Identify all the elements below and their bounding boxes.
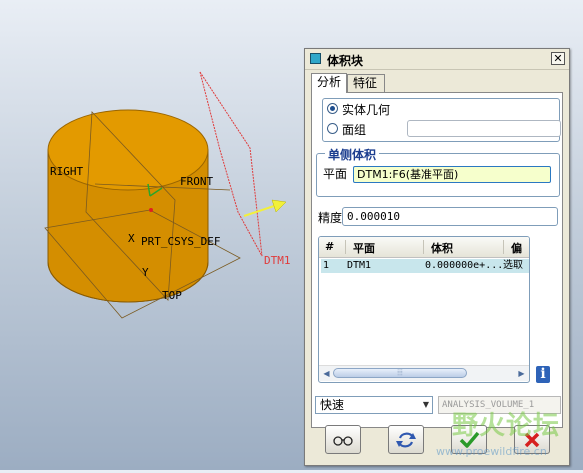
cell-offset: 选取 [503,260,523,271]
header-offset[interactable]: 偏 [511,240,522,256]
radio-solid-label: 实体几何 [342,103,391,117]
header-plane[interactable]: 平面 [353,240,375,256]
one-side-volume-group: 单侧体积 平面 DTM1:F6(基准平面) [316,146,560,197]
column-divider[interactable] [345,240,346,254]
volume-dialog: 体积块 ✕ 分析 特征 实体几何 面组 单侧体积 平面 DTM1:F6(基准平面… [304,48,570,466]
checkmark-icon [459,431,480,448]
radio-surface-label: 面组 [342,123,367,137]
dialog-titlebar[interactable]: 体积块 ✕ [305,49,569,70]
datum-label-dtm1: DTM1 [264,254,291,267]
glasses-icon [333,436,353,446]
header-volume[interactable]: 体积 [431,240,453,256]
geometry-group: 实体几何 面组 [322,98,561,142]
datum-label-right: RIGHT [50,165,84,178]
scroll-thumb[interactable]: ⦙⦙⦙ [333,368,467,378]
regenerate-button[interactable] [388,425,424,454]
table-header: # 平面 体积 偏 [319,237,529,258]
plane-collector[interactable]: DTM1:F6(基准平面) [353,166,551,183]
close-button[interactable]: ✕ [551,52,565,65]
mode-dropdown-value: 快速 [320,398,345,412]
cancel-button[interactable] [514,425,550,454]
dialog-title: 体积块 [327,54,364,68]
csys-origin [149,208,153,212]
datum-label-front: FRONT [180,175,214,188]
cell-plane: DTM1 [347,260,372,271]
direction-arrow-shaft [243,205,275,217]
dialog-app-icon [310,53,321,64]
scroll-right-icon[interactable]: ▶ [516,368,527,379]
horizontal-scrollbar[interactable]: ◀ ⦙⦙⦙ ▶ [319,365,529,381]
precision-input[interactable]: 0.000010 [342,207,558,226]
cell-index: 1 [323,260,330,271]
close-icon [524,432,540,448]
header-index[interactable]: # [325,240,334,253]
info-icon[interactable]: i [536,366,550,383]
mode-dropdown[interactable]: 快速 ▼ [315,396,433,414]
csys-label: PRT_CSYS_DEF [141,235,221,248]
tab-analysis[interactable]: 分析 [311,73,347,93]
precision-label: 精度 [318,211,343,225]
cell-volume: 0.000000e+... [425,260,504,271]
results-table: # 平面 体积 偏 1 DTM1 0.000000e+... 选取 ◀ ⦙⦙⦙ … [318,236,530,383]
one-side-volume-title: 单侧体积 [325,146,380,163]
tab-feature[interactable]: 特征 [347,74,385,92]
chevron-down-icon: ▼ [422,400,429,409]
axis-label-y: Y [142,266,149,279]
datum-label-top: TOP [162,289,182,302]
dtm1-plane [199,71,263,257]
repeat-button[interactable] [325,425,361,454]
direction-arrow-head [271,199,287,213]
surface-set-input[interactable] [407,120,561,137]
table-row[interactable]: 1 DTM1 0.000000e+... 选取 [321,259,529,273]
column-divider[interactable] [423,240,424,254]
plane-label: 平面 [323,167,348,181]
analysis-name-input[interactable]: ANALYSIS_VOLUME_1 [438,396,561,414]
ok-button[interactable] [451,425,487,454]
radio-solid-geometry[interactable] [327,103,338,114]
column-divider[interactable] [503,240,504,254]
radio-surface-set[interactable] [327,123,338,134]
analysis-panel: 实体几何 面组 单侧体积 平面 DTM1:F6(基准平面) 精度 0.00001… [311,92,563,428]
refresh-icon [396,432,416,448]
axis-label-x: X [128,232,135,245]
scroll-left-icon[interactable]: ◀ [321,368,332,379]
